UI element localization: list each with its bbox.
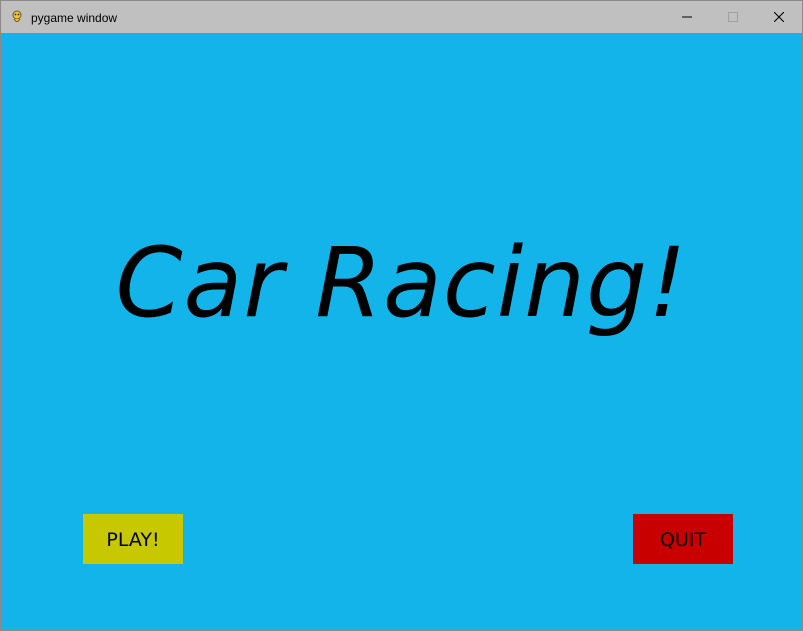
quit-button[interactable]: QUIT (633, 514, 733, 564)
play-button[interactable]: PLAY! (83, 514, 183, 564)
window-title: pygame window (31, 11, 118, 25)
game-title: Car Racing! (115, 227, 688, 339)
close-icon (774, 12, 784, 22)
minimize-icon (682, 16, 692, 18)
maximize-button[interactable] (710, 1, 756, 33)
pygame-window: pygame window Car Racing! PLAY! QUIT (0, 0, 803, 631)
pygame-snake-icon (9, 9, 25, 25)
title-bar[interactable]: pygame window (1, 1, 802, 33)
minimize-button[interactable] (664, 1, 710, 33)
maximize-icon (728, 12, 738, 22)
close-button[interactable] (756, 1, 802, 33)
game-canvas[interactable]: Car Racing! PLAY! QUIT (1, 33, 802, 630)
